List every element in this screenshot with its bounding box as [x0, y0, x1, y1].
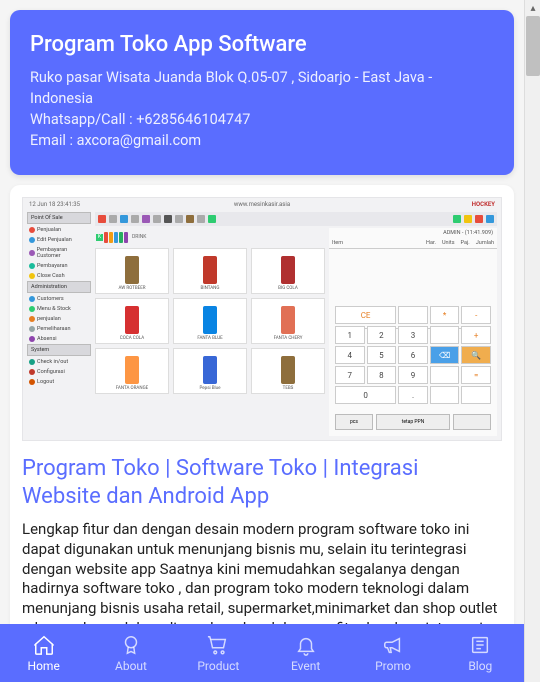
email-label: Email :: [30, 132, 77, 149]
header-phone: Whatsapp/Call : +6285646104747: [30, 109, 494, 130]
ss-cart-panel: ADMIN - (11:41.909) Item Har. Units Paj.…: [329, 228, 497, 436]
header-address: Ruko pasar Wisata Juanda Blok Q.05-07 , …: [30, 67, 494, 109]
nav-promo[interactable]: Promo: [349, 624, 436, 682]
phone-label: Whatsapp/Call :: [30, 111, 136, 128]
email-value: axcora@gmail.com: [77, 132, 202, 149]
bell-icon: [295, 634, 317, 656]
bottom-nav: Home About Product Event Promo Blog: [0, 624, 524, 682]
megaphone-icon: [382, 634, 404, 656]
ss-keypad: CE * - 1 2 3 + 4 5 6 ⌫ 🔍 7 8 9: [335, 306, 491, 404]
cart-icon: [207, 634, 229, 656]
ss-drink-strip: K DRINK: [95, 230, 325, 244]
scroll-up-icon[interactable]: ▴: [525, 0, 540, 16]
news-icon: [469, 634, 491, 656]
ss-site: www.mesinkasir.asia: [234, 201, 290, 208]
header-card: Program Toko App Software Ruko pasar Wis…: [10, 10, 514, 175]
article-title[interactable]: Program Toko | Software Toko | Integrasi…: [22, 455, 502, 510]
nav-event[interactable]: Event: [262, 624, 349, 682]
scrollbar[interactable]: ▴: [524, 0, 540, 682]
ss-section-system: System: [27, 344, 91, 356]
pos-screenshot: 12 Jun 18 23:41:35 www.mesinkasir.asia H…: [22, 197, 502, 441]
phone-value: +6285646104747: [136, 111, 250, 128]
scrollbar-thumb[interactable]: [526, 16, 540, 76]
nav-product[interactable]: Product: [175, 624, 262, 682]
nav-home-label: Home: [28, 659, 60, 673]
header-title: Program Toko App Software: [30, 32, 494, 57]
ss-brand: HOCKEY: [472, 201, 495, 208]
ss-section-admin: Administration: [27, 281, 91, 293]
nav-blog-label: Blog: [468, 659, 492, 673]
ss-toolbar: [95, 212, 497, 226]
ss-product-grid: AW ROTBEER BINTANG BIG COLA COCA COLA FA…: [95, 248, 325, 394]
header-email: Email : axcora@gmail.com: [30, 130, 494, 151]
article-card: 12 Jun 18 23:41:35 www.mesinkasir.asia H…: [10, 185, 514, 682]
nav-home[interactable]: Home: [0, 624, 87, 682]
nav-about[interactable]: About: [87, 624, 174, 682]
nav-product-label: Product: [197, 659, 239, 673]
nav-event-label: Event: [291, 659, 320, 673]
badge-icon: [120, 634, 142, 656]
ss-section-pos: Point Of Sale: [27, 212, 91, 224]
nav-blog[interactable]: Blog: [437, 624, 524, 682]
ss-timestamp: 12 Jun 18 23:41:35: [29, 201, 80, 208]
home-icon: [33, 634, 55, 656]
nav-promo-label: Promo: [375, 659, 411, 673]
nav-about-label: About: [115, 659, 147, 673]
ss-sidebar: Point Of Sale Penjualan Edit Penjualan P…: [27, 212, 91, 387]
